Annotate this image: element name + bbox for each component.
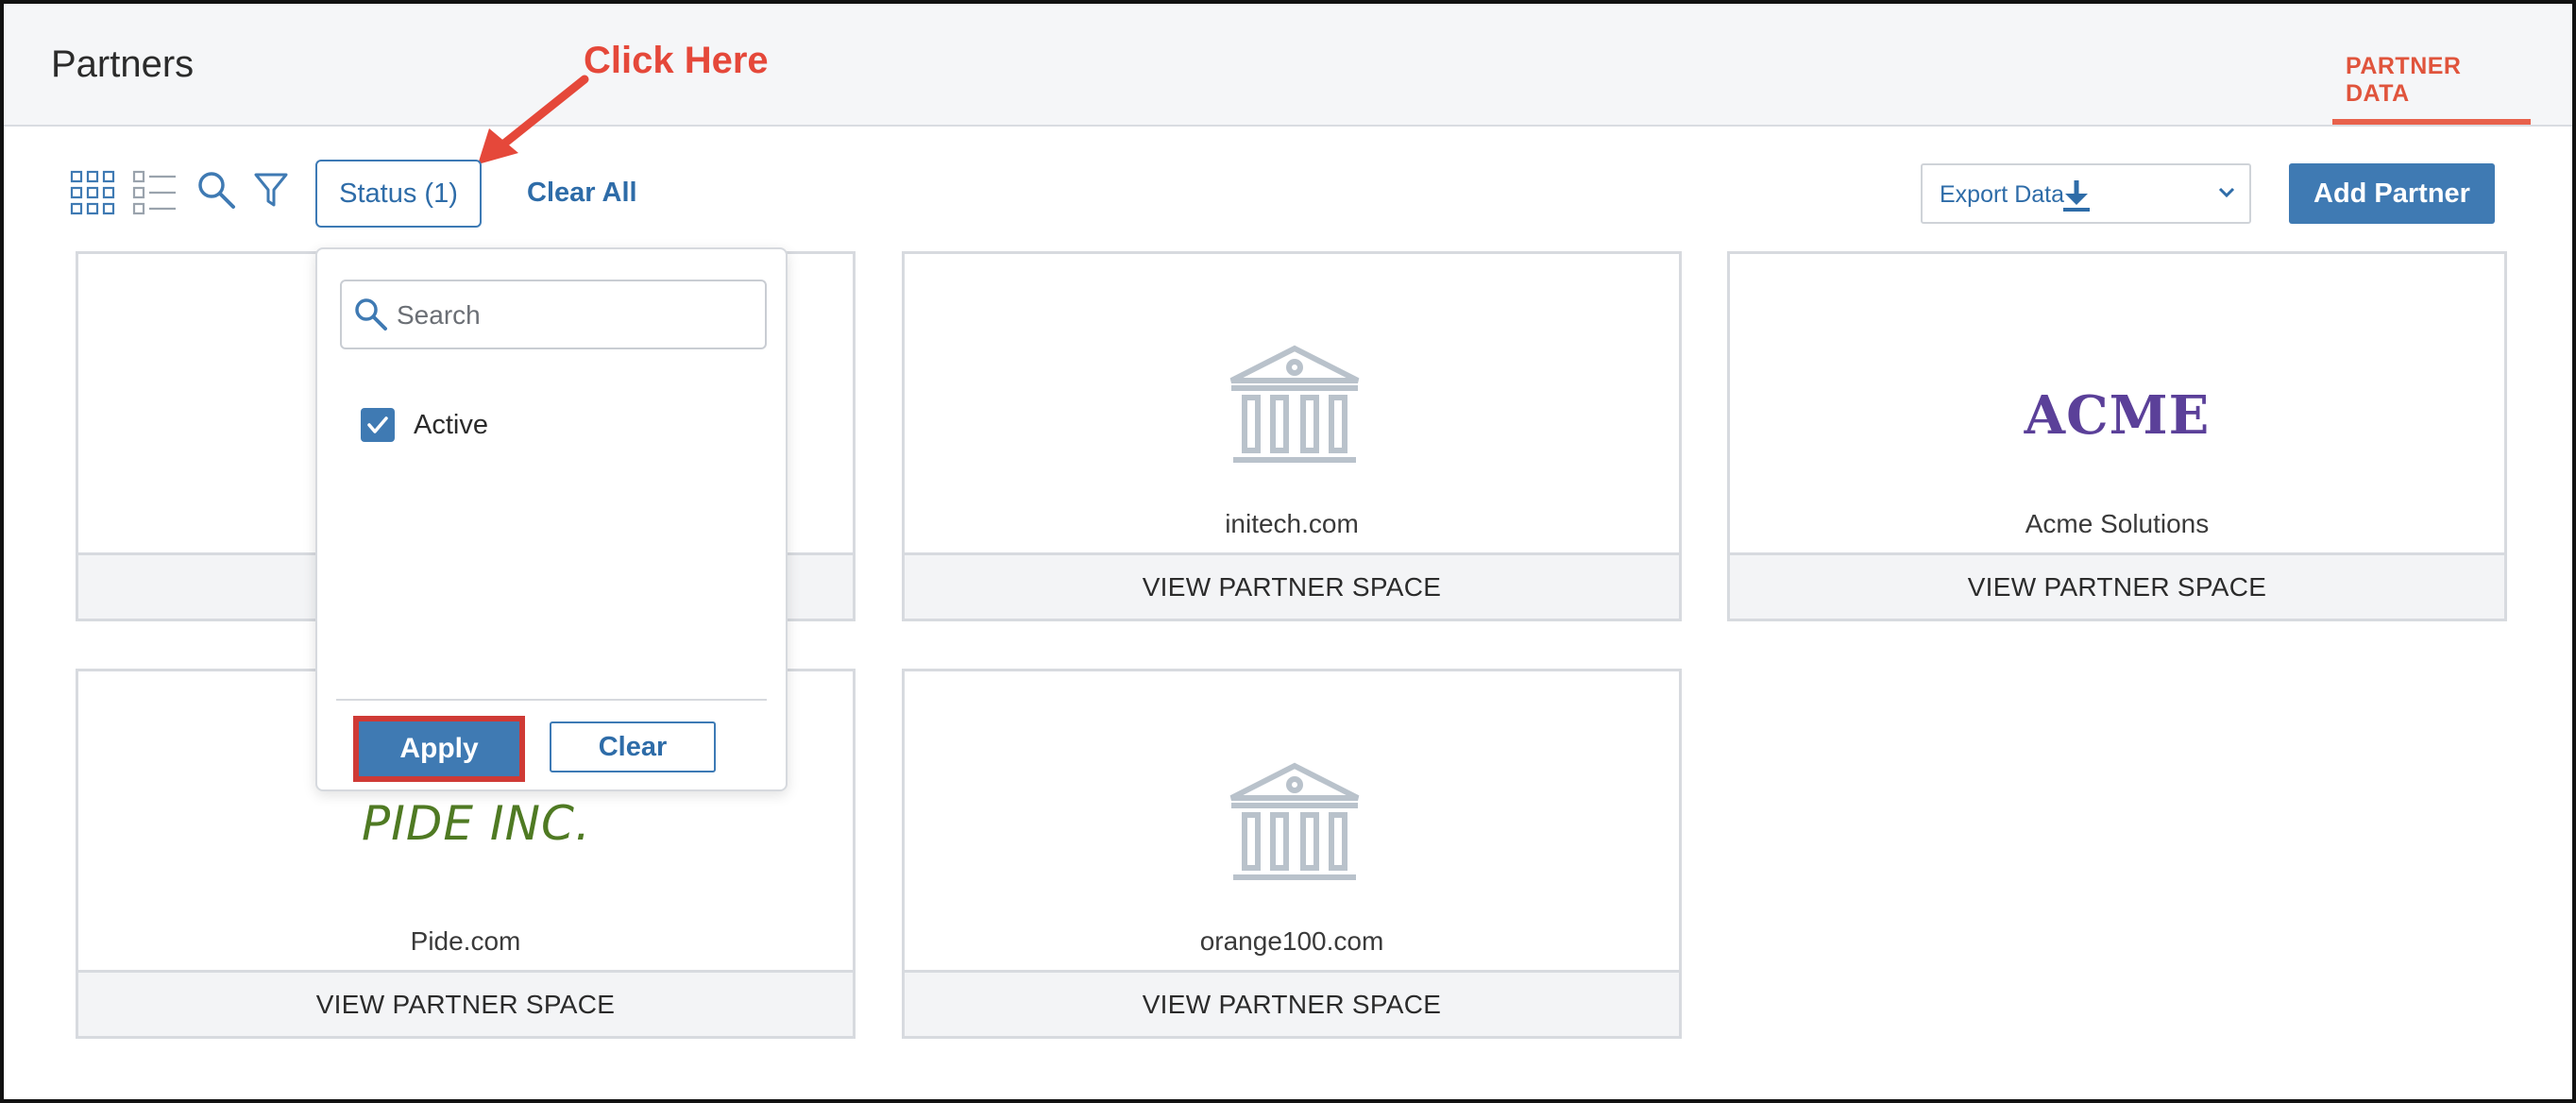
add-partner-button[interactable]: Add Partner — [2289, 163, 2495, 224]
view-partner-space-button[interactable]: VIEW PARTNER SPACE — [905, 552, 1679, 619]
apply-button[interactable]: Apply — [353, 716, 525, 782]
list-view-icon[interactable] — [132, 170, 178, 215]
export-data-select[interactable]: Export Data — [1921, 163, 2251, 224]
partner-card: ACME Acme Solutions VIEW PARTNER SPACE — [1727, 251, 2507, 621]
download-icon — [2063, 180, 2090, 212]
search-icon — [355, 298, 387, 331]
view-partner-space-button[interactable]: VIEW PARTNER SPACE — [1730, 552, 2504, 619]
view-partner-space-button[interactable]: VIEW PARTNER SPACE — [78, 970, 853, 1036]
partner-name: orange100.com — [1199, 926, 1384, 956]
status-search-input[interactable] — [395, 295, 757, 336]
pide-logo: PIDE INC. — [362, 796, 591, 851]
status-filter-button[interactable]: Status (1) — [315, 160, 482, 228]
partner-name: Pide.com — [410, 926, 521, 956]
dropdown-divider — [336, 699, 767, 701]
status-search-box[interactable] — [340, 280, 767, 349]
click-here-annotation: Click Here — [584, 40, 769, 81]
active-option-label: Active — [414, 410, 488, 440]
partner-card: initech.com VIEW PARTNER SPACE — [902, 251, 1682, 621]
filter-icon[interactable] — [253, 172, 289, 210]
export-data-label: Export Data — [1940, 181, 2065, 208]
acme-logo: ACME — [2024, 384, 2211, 447]
partner-card: orange100.com VIEW PARTNER SPACE — [902, 669, 1682, 1039]
checkmark-icon — [367, 416, 388, 433]
search-icon[interactable] — [196, 170, 236, 210]
tab-partner-data-label: PARTNER DATA — [2346, 53, 2462, 107]
bank-icon — [1229, 345, 1360, 463]
page-title: Partners — [51, 43, 195, 85]
partner-name: initech.com — [1225, 509, 1359, 538]
clear-all-link[interactable]: Clear All — [527, 178, 637, 209]
status-filter-dropdown: Active Apply Clear — [315, 247, 788, 791]
clear-button[interactable]: Clear — [550, 721, 716, 772]
annotation-arrow-icon — [478, 75, 589, 164]
view-partner-space-button[interactable]: VIEW PARTNER SPACE — [905, 970, 1679, 1036]
bank-icon — [1229, 762, 1360, 880]
app-window: Partners PARTNER DATA Click Here Status … — [0, 0, 2576, 1103]
active-checkbox[interactable] — [361, 408, 395, 442]
chevron-down-icon — [2218, 187, 2235, 198]
page-header: Partners PARTNER DATA — [4, 4, 2572, 127]
grid-view-icon[interactable] — [70, 170, 115, 215]
tab-partner-data[interactable]: PARTNER DATA — [2332, 4, 2531, 125]
partner-name: Acme Solutions — [2025, 509, 2210, 538]
